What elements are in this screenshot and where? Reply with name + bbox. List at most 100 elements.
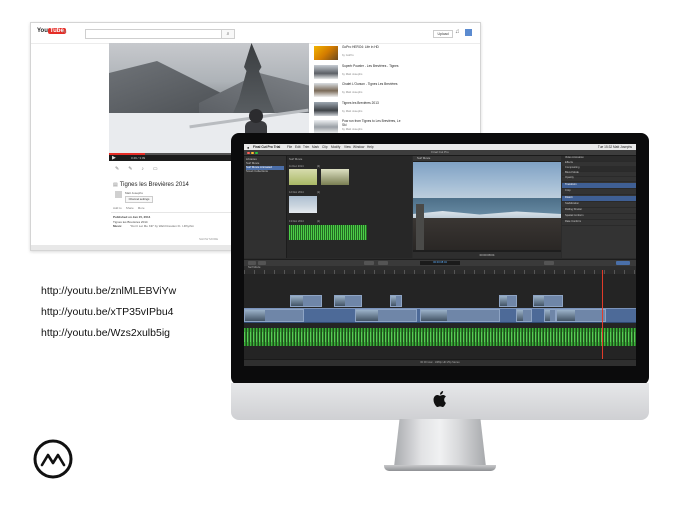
inspector-row[interactable]: Rate Conform	[562, 220, 636, 226]
related-video-item[interactable]: Tignes les Brevières 2013 by Matt Joseph…	[314, 101, 410, 120]
share-button[interactable]: Share	[126, 206, 134, 210]
libraries-sidebar: Libraries Surf Movie Surf Movie Animated…	[244, 156, 287, 258]
import-button[interactable]	[248, 261, 256, 265]
event-browser: Surf Movie 11 Dec 2014 (2) 12 Dec 2014 (…	[287, 156, 412, 258]
related-video-title: Chalet L'Ourson - Tignes Les Brevières	[342, 82, 398, 86]
annotations-icon[interactable]: ▭	[153, 166, 158, 172]
viewer-header: Surf Movie	[413, 156, 561, 161]
libraries-header: Libraries	[246, 158, 257, 161]
related-video-item[interactable]: GoPro HERO4: Life in HD by GoPro	[314, 45, 410, 64]
music-value[interactable]: "Don't Let Me Kill" by Walt Dresden Ft. …	[130, 224, 194, 229]
channel-settings-button[interactable]: Channel settings	[125, 196, 153, 203]
video-action-bar: Add to Share More	[113, 206, 145, 210]
browser-clip[interactable]	[321, 169, 349, 185]
viewer: Surf Movie 00:00:08:04	[413, 156, 561, 258]
show-more-button[interactable]: SHOW MORE	[199, 237, 218, 241]
enhance-icon[interactable]: ✎	[128, 166, 132, 172]
inspector-row[interactable]: Rolling Shutter	[562, 208, 636, 214]
connected-clip[interactable]	[499, 295, 517, 307]
notification-bell-icon[interactable]: ♫	[455, 29, 460, 35]
inspector-row[interactable]: Transform	[562, 183, 636, 189]
date-group-label: 13 Dec 2014	[289, 220, 304, 223]
connected-clip[interactable]	[533, 295, 563, 307]
related-video-channel: by Matt Josephs	[342, 127, 363, 131]
country-code: FR	[62, 30, 67, 34]
related-video-item[interactable]: Chalet L'Ourson - Tignes Les Brevières b…	[314, 82, 410, 101]
timeline-status-text: 00:00 total · 1080p HD 25p Stereo	[420, 361, 460, 364]
video-title-text: Tignes les Brevières 2014	[119, 182, 189, 188]
timeline[interactable]: Surf Movie	[244, 266, 636, 359]
frame-beach	[413, 218, 561, 250]
video-time: 0:49 / 3:09	[131, 156, 146, 160]
channel-name[interactable]: Matt Josephs	[125, 191, 143, 195]
playlist-icon: ▤	[113, 182, 118, 188]
creator-actions: ✎ ✎ ♪ ▭	[115, 166, 158, 172]
edit-tools-button[interactable]	[364, 261, 374, 265]
clip-appearance-button[interactable]	[544, 261, 554, 265]
more-button[interactable]: More	[138, 206, 145, 210]
viewer-frame[interactable]	[413, 162, 561, 250]
edit-icon[interactable]: ✎	[115, 166, 119, 172]
mountain-logo-icon	[33, 439, 73, 479]
channel-avatar[interactable]	[115, 191, 122, 198]
library-item[interactable]: Surf Movie	[246, 162, 284, 166]
inspector-toggle-button[interactable]	[616, 261, 630, 265]
related-video-channel: by Matt Josephs	[342, 90, 363, 94]
storyline-clip[interactable]	[244, 309, 304, 322]
apple-logo-icon	[433, 391, 446, 407]
date-group-count: (2)	[317, 165, 320, 168]
frame-post	[416, 204, 424, 250]
storyline-clip[interactable]	[556, 309, 606, 322]
browser-audio-clip[interactable]	[289, 225, 367, 240]
browser-header: Surf Movie	[289, 157, 303, 161]
upload-button[interactable]: Upload	[433, 30, 453, 38]
related-videos: GoPro HERO4: Life in HD by GoPro Superb …	[314, 45, 410, 138]
browser-clip[interactable]	[289, 196, 317, 213]
inspector-row[interactable]: Opacity	[562, 176, 636, 182]
inspector-row[interactable]: Crop	[562, 189, 636, 195]
final-cut-pro-screen: ● Final Cut Pro Trial File Edit Trim Mar…	[244, 144, 636, 366]
related-video-thumb	[314, 120, 338, 134]
keyword-button[interactable]	[258, 261, 266, 265]
inspector: Video Animation Effects Compositing Blen…	[562, 156, 636, 258]
audio-icon[interactable]: ♪	[141, 166, 144, 172]
storyline-clip[interactable]	[516, 309, 532, 322]
storyline-clip[interactable]	[544, 309, 556, 322]
video-frame-skier-head	[249, 109, 263, 123]
search-input[interactable]	[85, 29, 223, 39]
related-video-channel: by Matt Josephs	[342, 71, 363, 76]
date-group-label: 12 Dec 2014	[289, 191, 304, 194]
connected-clip[interactable]	[334, 295, 362, 307]
related-video-item[interactable]: Superb Powder - Les Brevières - Tignes b…	[314, 64, 410, 83]
storyline-clip[interactable]	[355, 309, 417, 322]
timeline-ruler[interactable]	[244, 270, 636, 274]
library-item[interactable]: Smart Collections	[246, 170, 284, 174]
video-link[interactable]: http://youtu.be/xTP35vIPbu4	[41, 306, 176, 327]
select-tool-button[interactable]	[378, 261, 388, 265]
storyline-clip[interactable]	[420, 309, 500, 322]
related-video-thumb	[314, 46, 338, 60]
video-link[interactable]: http://youtu.be/znlMLEBViYw	[41, 285, 176, 306]
related-video-channel: by GoPro	[342, 53, 354, 57]
search-button[interactable]: ⌕	[221, 29, 235, 39]
related-video-thumb	[314, 83, 338, 97]
play-icon[interactable]: ▶	[112, 155, 116, 161]
inspector-row[interactable]: Distort	[562, 196, 636, 202]
playhead[interactable]	[602, 270, 603, 359]
date-group-count: (1)	[317, 220, 320, 223]
search-icon: ⌕	[226, 31, 230, 37]
related-video-title: GoPro HERO4: Life in HD	[342, 45, 379, 49]
add-to-button[interactable]: Add to	[113, 206, 122, 210]
inspector-row[interactable]: Stabilization	[562, 202, 636, 208]
audio-waveform	[244, 332, 636, 342]
browser-clip[interactable]	[289, 169, 317, 185]
inspector-row[interactable]: Spatial Conform	[562, 214, 636, 220]
connected-clip[interactable]	[290, 295, 322, 307]
video-link[interactable]: http://youtu.be/Wzs2xulb5ig	[41, 327, 176, 348]
library-event-selected[interactable]: Surf Movie Animated	[246, 166, 284, 170]
dashboard-timecode: 00:00:08:04	[420, 261, 460, 265]
account-avatar[interactable]	[465, 29, 472, 36]
video-title: ▤ Tignes les Brevières 2014	[113, 182, 189, 188]
connected-clip[interactable]	[390, 295, 402, 307]
video-links: http://youtu.be/znlMLEBViYw http://youtu…	[41, 285, 176, 347]
